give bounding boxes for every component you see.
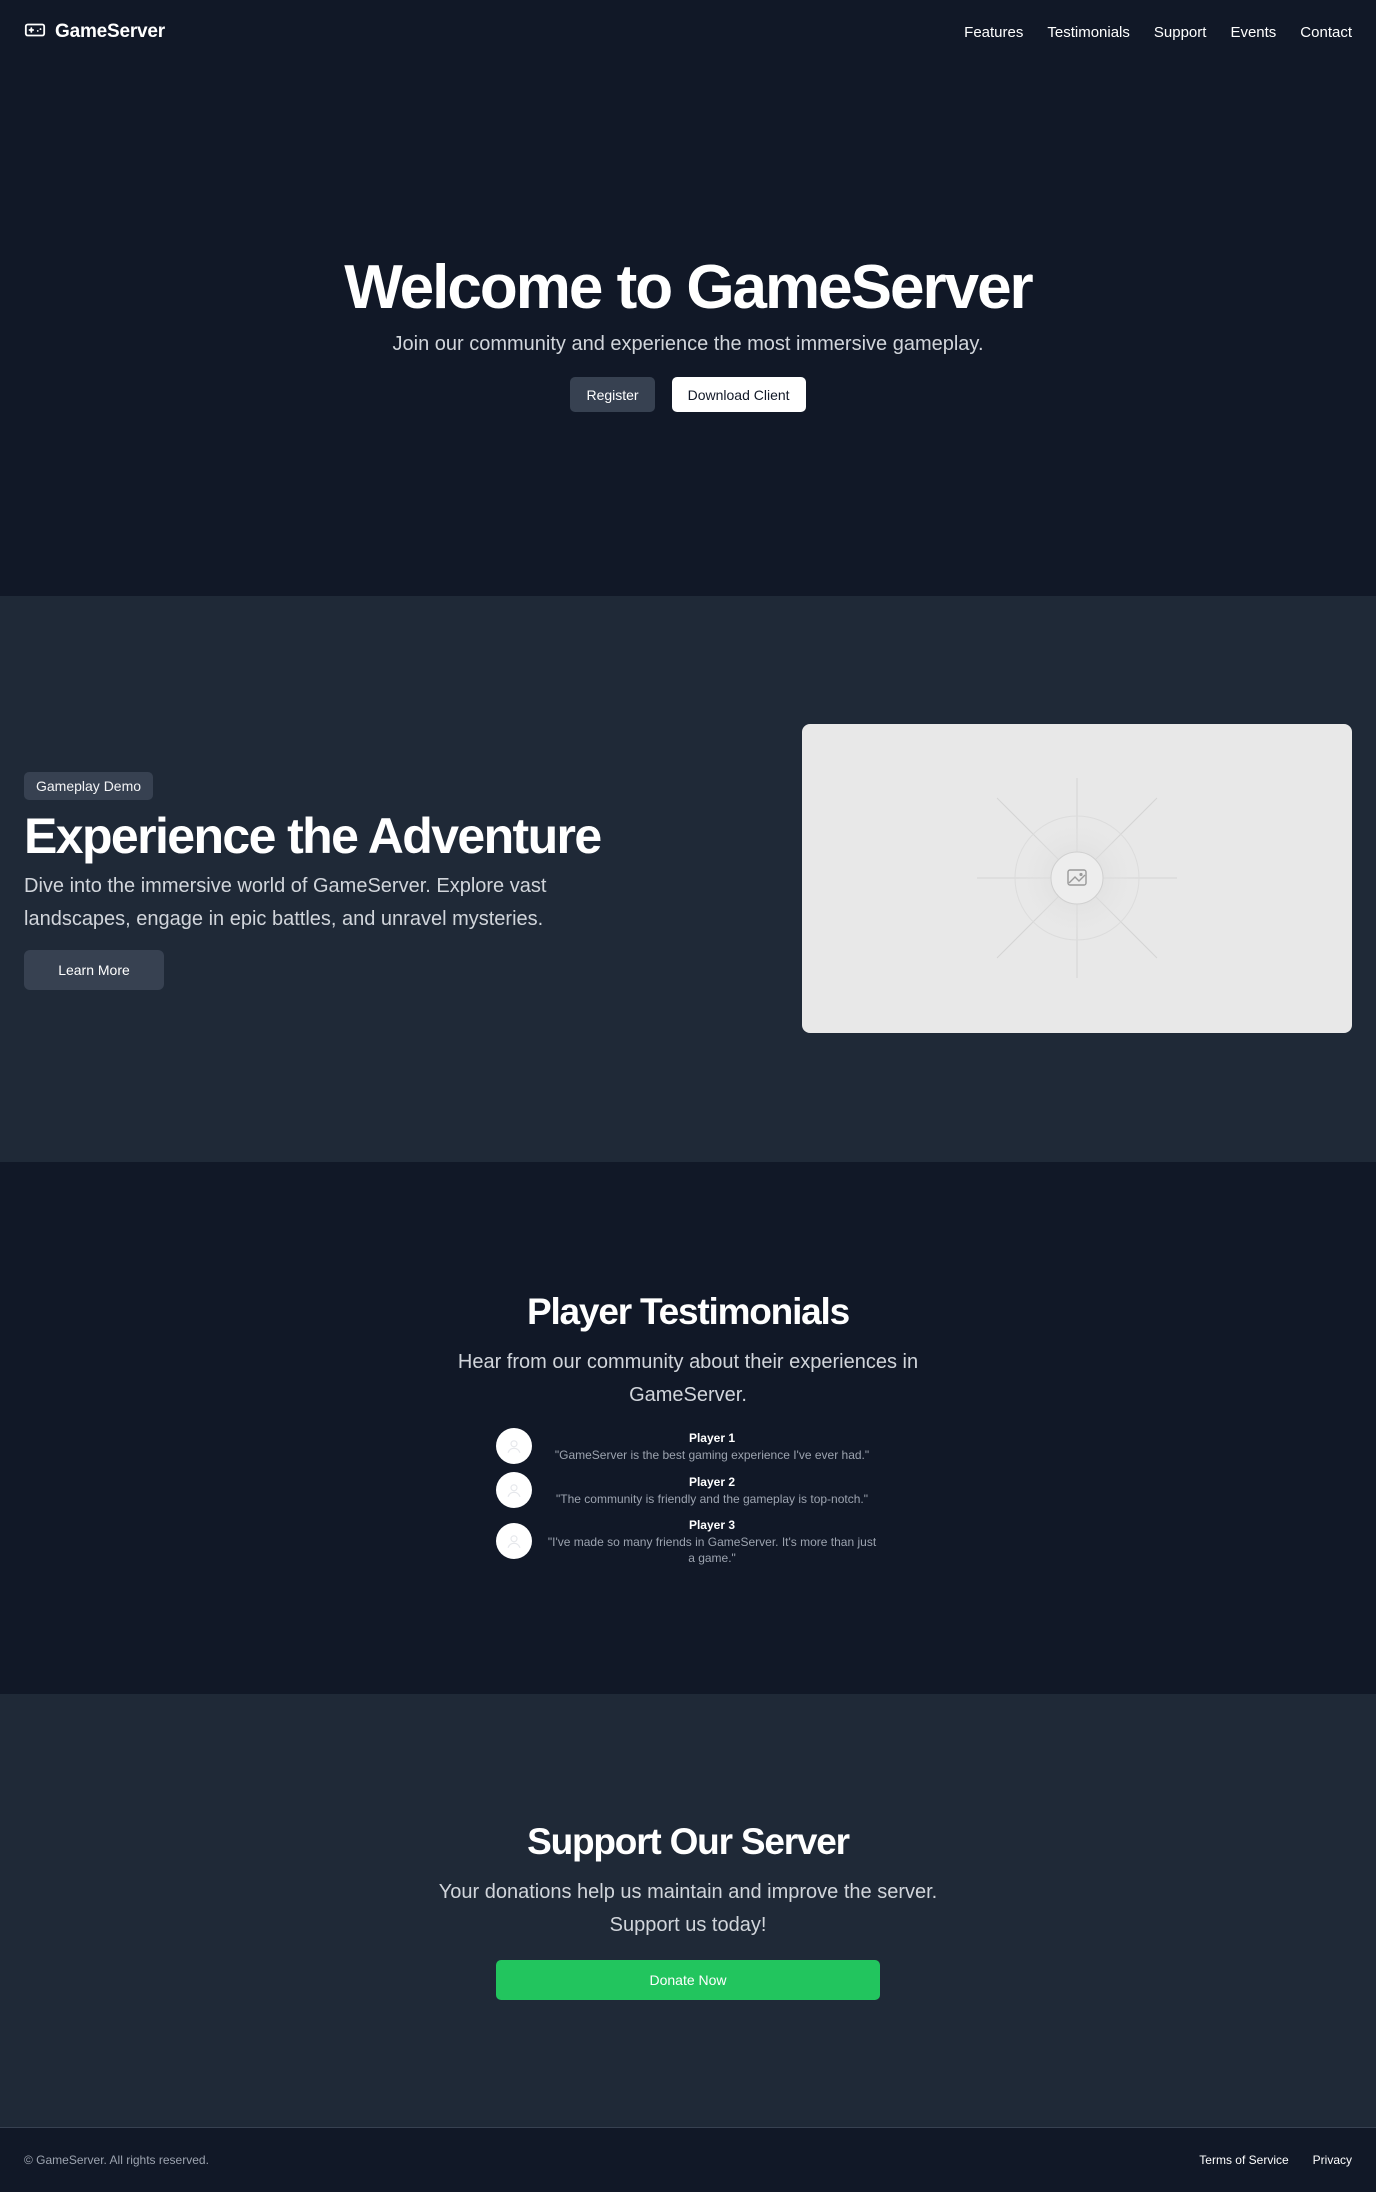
nav-contact[interactable]: Contact	[1300, 24, 1352, 41]
testimonial-item: Player 3 "I've made so many friends in G…	[496, 1516, 880, 1566]
testimonial-item: Player 1 "GameServer is the best gaming …	[496, 1428, 880, 1464]
footer-links: Terms of Service Privacy	[1199, 2153, 1352, 2167]
site-header: GameServer Features Testimonials Support…	[0, 0, 1376, 64]
copyright-text: © GameServer. All rights reserved.	[24, 2153, 209, 2167]
testimonial-body: Player 1 "GameServer is the best gaming …	[544, 1429, 880, 1463]
testimonial-quote: "GameServer is the best gaming experienc…	[554, 1448, 870, 1462]
demo-title: Experience the Adventure	[24, 808, 602, 864]
testimonials-subtitle: Hear from our community about their expe…	[457, 1351, 919, 1406]
hero-buttons: Register Download Client	[0, 377, 1376, 412]
demo-content: Gameplay Demo Experience the Adventure D…	[24, 772, 604, 990]
support-subtitle: Your donations help us maintain and impr…	[438, 1881, 938, 1936]
support-section: Support Our Server Your donations help u…	[0, 1694, 1376, 2127]
user-icon	[507, 1484, 521, 1497]
user-icon	[507, 1535, 521, 1548]
testimonials-section: Player Testimonials Hear from our commun…	[0, 1162, 1376, 1694]
avatar	[496, 1523, 532, 1559]
testimonial-name: Player 3	[688, 1518, 736, 1532]
hero-subtitle: Join our community and experience the mo…	[392, 333, 984, 355]
testimonial-name: Player 1	[688, 1431, 736, 1445]
register-button[interactable]: Register	[570, 377, 655, 412]
testimonial-item: Player 2 "The community is friendly and …	[496, 1472, 880, 1508]
site-footer: © GameServer. All rights reserved. Terms…	[0, 2127, 1376, 2192]
hero-content: Welcome to GameServer Join our community…	[0, 252, 1376, 412]
gameplay-demo-badge: Gameplay Demo	[24, 772, 154, 800]
learn-more-button[interactable]: Learn More	[24, 950, 164, 990]
avatar	[496, 1428, 532, 1464]
main-nav: Features Testimonials Support Events Con…	[964, 24, 1352, 41]
testimonial-body: Player 2 "The community is friendly and …	[544, 1473, 880, 1507]
testimonials-title: Player Testimonials	[527, 1291, 850, 1332]
avatar	[496, 1472, 532, 1508]
download-client-button[interactable]: Download Client	[671, 377, 806, 412]
user-icon	[507, 1440, 521, 1453]
donate-now-button[interactable]: Donate Now	[496, 1960, 880, 2000]
privacy-link[interactable]: Privacy	[1313, 2153, 1352, 2167]
testimonial-body: Player 3 "I've made so many friends in G…	[544, 1516, 880, 1566]
nav-testimonials[interactable]: Testimonials	[1047, 24, 1130, 41]
testimonial-list: Player 1 "GameServer is the best gaming …	[496, 1428, 880, 1574]
hero-title: Welcome to GameServer	[344, 253, 1033, 322]
demo-description: Dive into the immersive world of GameSer…	[24, 875, 547, 930]
testimonial-name: Player 2	[688, 1475, 736, 1489]
gamepad-icon	[24, 19, 46, 46]
image-placeholder-icon	[977, 778, 1177, 978]
testimonial-quote: "The community is friendly and the gamep…	[556, 1492, 868, 1506]
gameplay-demo-section: Gameplay Demo Experience the Adventure D…	[0, 596, 1376, 1162]
nav-events[interactable]: Events	[1230, 24, 1276, 41]
gameplay-image-placeholder	[802, 724, 1352, 1033]
brand[interactable]: GameServer	[24, 19, 165, 46]
hero-section: Welcome to GameServer Join our community…	[0, 0, 1376, 596]
nav-support[interactable]: Support	[1154, 24, 1207, 41]
support-title: Support Our Server	[527, 1821, 850, 1862]
brand-name: GameServer	[55, 21, 165, 42]
nav-features[interactable]: Features	[964, 24, 1023, 41]
terms-of-service-link[interactable]: Terms of Service	[1199, 2153, 1288, 2167]
testimonial-quote: "I've made so many friends in GameServer…	[547, 1535, 877, 1565]
